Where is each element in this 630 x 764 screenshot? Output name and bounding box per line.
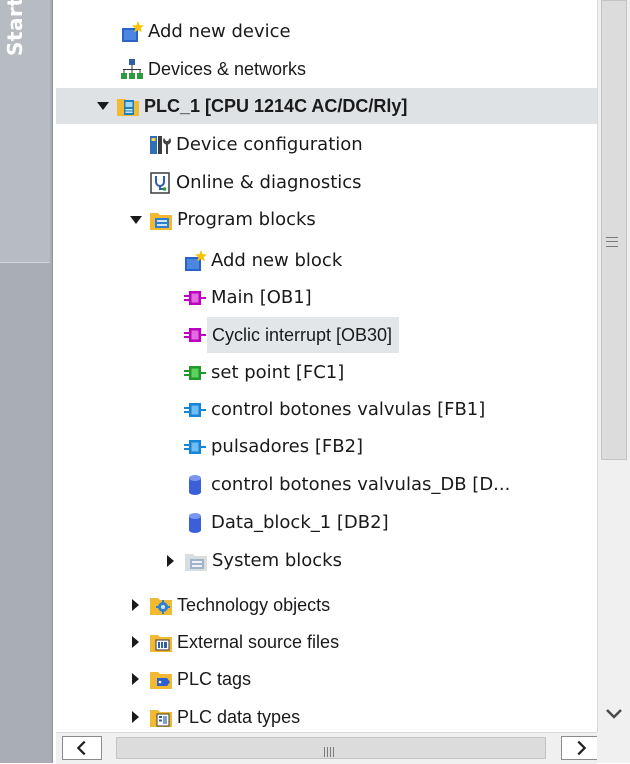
tree-item-plc-data-types[interactable]: PLC data types — [129, 699, 306, 732]
collapse-arrow-icon[interactable] — [129, 672, 143, 686]
vertical-scrollbar[interactable] — [597, 0, 630, 732]
vertical-scroll-thumb[interactable] — [601, 0, 627, 460]
online-diagnostics-icon — [148, 171, 172, 195]
tree-item-plc-tags[interactable]: PLC tags — [129, 661, 257, 697]
tree-item-add-new-block[interactable]: Add new block — [183, 243, 348, 279]
devices-networks-icon — [120, 57, 144, 81]
system-blocks-folder-icon — [184, 549, 208, 573]
tree-item-add-new-device[interactable]: Add new device — [120, 14, 297, 50]
tree-item-label: control botones valvulas_DB [D... — [211, 474, 511, 495]
plc-folder-icon — [116, 94, 140, 118]
scrollbar-corner — [597, 732, 630, 763]
tree-item-label: PLC data types — [177, 707, 301, 727]
horizontal-scrollbar[interactable] — [56, 732, 601, 764]
tree-item-main-ob1[interactable]: Main [OB1] — [183, 280, 318, 316]
device-configuration-icon — [148, 133, 172, 157]
tree-item-label: Data_block_1 [DB2] — [211, 512, 389, 533]
tree-item-label: Add new block — [211, 250, 343, 271]
tree-item-label: PLC tags — [177, 669, 252, 689]
tree-item-label: Main [OB1] — [211, 287, 312, 308]
fc-block-icon — [183, 361, 207, 385]
scroll-grip-icon — [606, 237, 618, 247]
add-new-block-icon — [183, 249, 207, 273]
tree-item-devices-networks[interactable]: Devices & networks — [120, 51, 312, 87]
ob-block-icon — [183, 286, 207, 310]
scroll-grip-icon — [323, 743, 335, 757]
tree-item-label: pulsadores [FB2] — [211, 436, 364, 457]
tree-item-device-configuration[interactable]: Device configuration — [148, 127, 369, 163]
horizontal-scroll-thumb[interactable] — [116, 737, 546, 759]
tree-item-set-point-fc1[interactable]: set point [FC1] — [183, 355, 350, 391]
expand-arrow-icon[interactable] — [129, 213, 143, 227]
tree-item-label: Devices & networks — [148, 59, 307, 79]
start-sidebar: Start — [0, 0, 53, 763]
chevron-down-icon[interactable] — [602, 702, 626, 726]
tree-item-control-botones-valvulas-db[interactable]: control botones valvulas_DB [D... — [183, 467, 516, 503]
tree-item-external-source-files[interactable]: External source files — [129, 624, 345, 660]
fb-block-icon — [183, 435, 207, 459]
tree-item-label: Cyclic interrupt [OB30] — [207, 317, 400, 353]
start-tab[interactable]: Start — [0, 0, 50, 263]
tree-item-online-diagnostics[interactable]: Online & diagnostics — [148, 165, 368, 201]
tree-item-technology-objects[interactable]: Technology objects — [129, 587, 336, 623]
scroll-left-button[interactable] — [62, 736, 102, 760]
tree-item-label: set point [FC1] — [211, 362, 345, 383]
chevron-right-icon — [577, 740, 587, 756]
scroll-right-button[interactable] — [561, 736, 601, 760]
tree-item-label: PLC_1 [CPU 1214C AC/DC/Rly] — [144, 96, 408, 116]
expand-arrow-icon[interactable] — [96, 99, 110, 113]
tree-item-label: Technology objects — [177, 595, 331, 615]
tree-item-plc-1[interactable]: PLC_1 [CPU 1214C AC/DC/Rly] — [56, 88, 597, 124]
external-source-files-folder-icon — [149, 630, 173, 654]
tree-item-program-blocks[interactable]: Program blocks — [129, 202, 322, 238]
tree-item-label: Device configuration — [176, 134, 363, 155]
ob-block-icon — [183, 323, 207, 347]
collapse-arrow-icon[interactable] — [129, 635, 143, 649]
start-tab-label: Start — [3, 0, 27, 56]
project-tree: Add new device Devices & networks PLC_1 … — [56, 0, 597, 732]
db-block-icon — [183, 473, 207, 497]
plc-tags-folder-icon — [149, 667, 173, 691]
fb-block-icon — [183, 398, 207, 422]
db-block-icon — [183, 511, 207, 535]
chevron-left-icon — [76, 740, 86, 756]
program-blocks-folder-icon — [149, 208, 173, 232]
collapse-arrow-icon[interactable] — [129, 598, 143, 612]
tree-item-control-botones-valvulas-fb1[interactable]: control botones valvulas [FB1] — [183, 392, 491, 428]
tree-item-label: System blocks — [212, 550, 342, 571]
tree-item-label: Online & diagnostics — [176, 172, 362, 193]
add-new-device-icon — [120, 20, 144, 44]
tree-item-label: Add new device — [148, 21, 291, 42]
tree-item-label: control botones valvulas [FB1] — [211, 399, 486, 420]
tree-item-data-block-1-db2[interactable]: Data_block_1 [DB2] — [183, 505, 395, 541]
technology-objects-folder-icon — [149, 593, 173, 617]
tree-item-pulsadores-fb2[interactable]: pulsadores [FB2] — [183, 429, 369, 465]
collapse-arrow-icon[interactable] — [129, 710, 143, 724]
tree-item-label: External source files — [177, 632, 340, 652]
tree-item-system-blocks[interactable]: System blocks — [164, 543, 348, 579]
tree-item-label: Program blocks — [177, 209, 316, 230]
collapse-arrow-icon[interactable] — [164, 554, 178, 568]
plc-data-types-folder-icon — [149, 705, 173, 729]
tree-item-cyclic-interrupt-ob30[interactable]: Cyclic interrupt [OB30] — [183, 317, 400, 353]
